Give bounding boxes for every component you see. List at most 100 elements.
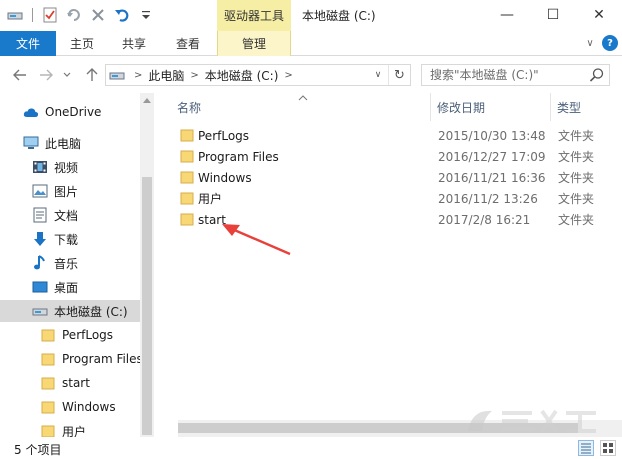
help-button[interactable]: ? [602, 35, 618, 51]
search-icon[interactable] [589, 67, 605, 83]
tab-view[interactable]: 查看 [166, 31, 210, 56]
nav-item-folder[interactable]: start [0, 372, 140, 394]
file-modified-date: 2016/11/2 13:26 [438, 191, 538, 206]
table-row[interactable]: Windows 2016/11/21 16:36 文件夹 [175, 167, 622, 188]
file-type: 文件夹 [558, 192, 595, 206]
nav-item-music[interactable]: 音乐 [0, 252, 140, 274]
back-arrow-icon[interactable] [10, 64, 30, 86]
scrollbar-thumb[interactable] [142, 177, 152, 435]
nav-item-downloads[interactable]: 下载 [0, 228, 140, 250]
item-count: 5 个项目 [14, 443, 62, 457]
search-input[interactable] [422, 65, 588, 85]
download-icon [32, 231, 48, 247]
breadcrumb-local-disk[interactable]: 本地磁盘 (C:) [205, 67, 279, 84]
folder-icon [180, 150, 194, 163]
video-icon [32, 159, 48, 175]
nav-item-pictures[interactable]: 图片 [0, 180, 140, 202]
maximize-button[interactable]: ☐ [530, 0, 576, 30]
nav-item-label: 本地磁盘 (C:) [54, 304, 128, 319]
column-divider[interactable] [430, 93, 431, 121]
file-name: Windows [198, 170, 252, 185]
undo-icon[interactable] [111, 4, 133, 26]
tab-file[interactable]: 文件 [0, 31, 56, 56]
file-name: Program Files [198, 149, 279, 164]
file-modified-date: 2017/2/8 16:21 [438, 212, 531, 227]
breadcrumb-separator: > [134, 69, 143, 81]
nav-item-folder[interactable]: Program Files [0, 348, 140, 370]
column-header-type[interactable]: 类型 [557, 93, 581, 121]
annotation-arrow-icon [222, 224, 291, 256]
details-view-icon[interactable] [578, 440, 594, 456]
nav-item-folder[interactable]: Windows [0, 396, 140, 418]
breadcrumb-separator: > [284, 69, 293, 81]
table-row[interactable]: 用户 2016/11/2 13:26 文件夹 [175, 188, 622, 209]
drive-quick-icon[interactable] [4, 4, 26, 26]
address-dropdown-chevron-icon[interactable]: ∨ [370, 65, 386, 85]
context-tab-group-drive-tools: 驱动器工具 [217, 0, 291, 31]
column-header-name[interactable]: 名称 [177, 93, 201, 121]
search-box[interactable] [421, 64, 610, 86]
documents-icon [32, 207, 48, 223]
tab-manage[interactable]: 管理 [217, 31, 291, 56]
nav-item-label: start [62, 376, 90, 390]
nav-item-onedrive[interactable]: OneDrive [0, 101, 140, 123]
nav-item-this-pc[interactable]: 此电脑 [0, 132, 140, 154]
file-modified-date: 2016/11/21 16:36 [438, 170, 546, 185]
nav-item-documents[interactable]: 文档 [0, 204, 140, 226]
nav-item-label: 视频 [54, 160, 79, 175]
computer-icon [23, 135, 39, 151]
quick-access-toolbar [4, 4, 157, 26]
large-icons-view-icon[interactable] [600, 440, 616, 456]
address-bar[interactable]: > 此电脑 > 本地磁盘 (C:) > ∨ ↻ [105, 64, 411, 86]
forward-arrow-icon[interactable] [36, 64, 56, 86]
watermark-logo-icon [468, 409, 596, 433]
nav-item-label: PerfLogs [62, 328, 114, 342]
properties-check-icon[interactable] [39, 4, 61, 26]
minimize-button[interactable]: — [484, 0, 530, 30]
navigation-pane: OneDrive 此电脑 视频 图片 文档 下载 音乐 桌面 本地磁盘 (C:)… [0, 93, 140, 437]
table-row[interactable]: Program Files 2016/12/27 17:09 文件夹 [175, 146, 622, 167]
undo-rename-icon[interactable] [63, 4, 85, 26]
navigation-bar: > 此电脑 > 本地磁盘 (C:) > ∨ ↻ [0, 57, 622, 93]
customize-toolbar-dropdown-icon[interactable] [135, 4, 157, 26]
tab-home[interactable]: 主页 [60, 31, 104, 56]
status-bar: 5 个项目 [0, 437, 622, 459]
ribbon-tab-bar: 文件 主页 共享 查看 管理 ∨ ? [0, 31, 622, 56]
folder-icon [40, 423, 56, 437]
folder-icon [40, 327, 56, 343]
navigation-pane-scrollbar[interactable] [140, 93, 154, 437]
nav-item-desktop[interactable]: 桌面 [0, 276, 140, 298]
scroll-up-arrow-icon[interactable] [140, 93, 154, 107]
title-bar: 驱动器工具 本地磁盘 (C:) — ☐ ✕ [0, 0, 622, 31]
file-name: 用户 [198, 192, 223, 206]
nav-item-label: 桌面 [54, 280, 79, 295]
column-divider[interactable] [550, 93, 551, 121]
refresh-icon[interactable]: ↻ [388, 65, 410, 85]
nav-item-label: 文档 [54, 208, 79, 223]
breadcrumb-this-pc[interactable]: 此电脑 [148, 67, 184, 84]
recent-locations-chevron-icon[interactable] [60, 64, 74, 86]
file-name: PerfLogs [198, 128, 250, 143]
close-button[interactable]: ✕ [576, 0, 622, 30]
folder-icon [180, 213, 194, 226]
nav-item-local-disk-c[interactable]: 本地磁盘 (C:) [0, 300, 140, 322]
folder-icon [180, 129, 194, 142]
file-type: 文件夹 [558, 129, 595, 143]
collapse-ribbon-chevron-icon[interactable]: ∨ [582, 35, 598, 51]
nav-item-label: 图片 [54, 184, 79, 199]
delete-x-icon[interactable] [87, 4, 109, 26]
up-arrow-icon[interactable] [82, 64, 102, 86]
nav-item-label: 下载 [54, 232, 79, 247]
sort-ascending-caret-icon [298, 93, 308, 104]
drive-icon [106, 65, 128, 85]
folder-icon [180, 171, 194, 184]
nav-item-videos[interactable]: 视频 [0, 156, 140, 178]
nav-item-folder[interactable]: 用户 [0, 420, 140, 437]
file-type: 文件夹 [558, 150, 595, 164]
nav-item-folder[interactable]: PerfLogs [0, 324, 140, 346]
file-modified-date: 2015/10/30 13:48 [438, 128, 546, 143]
table-row[interactable]: PerfLogs 2015/10/30 13:48 文件夹 [175, 125, 622, 146]
tab-share[interactable]: 共享 [112, 31, 156, 56]
nav-item-label: 此电脑 [45, 136, 82, 151]
column-header-modified[interactable]: 修改日期 [437, 93, 485, 121]
